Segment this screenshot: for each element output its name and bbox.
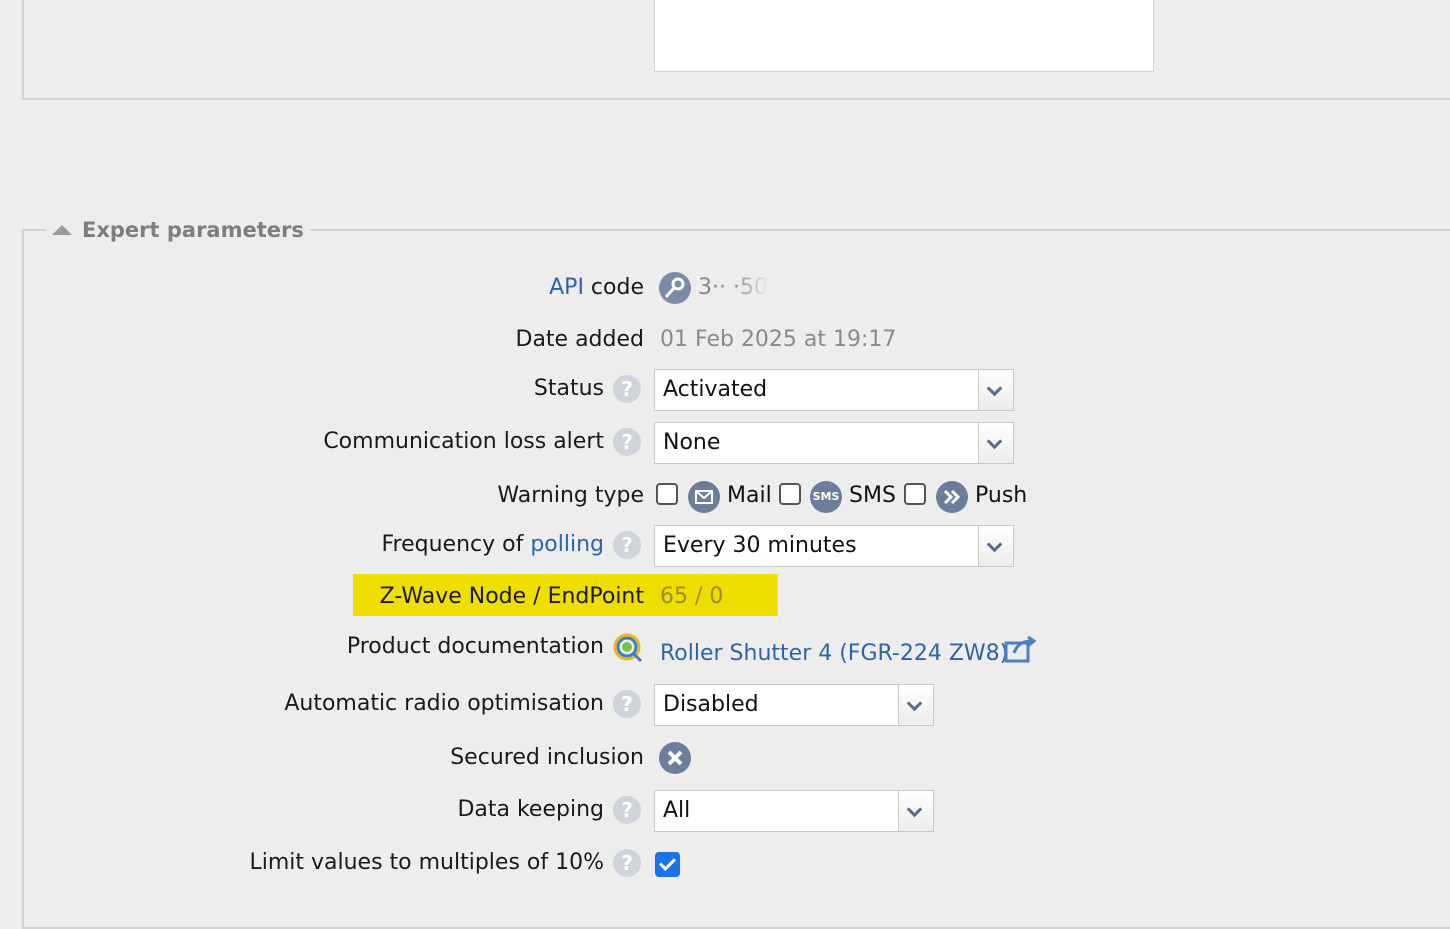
date-added-row: Date added 01 Feb 2025 at 19:17 bbox=[0, 320, 1450, 360]
data-keeping-select-value: All bbox=[663, 798, 691, 823]
comm-loss-row: Communication loss alert ? None bbox=[0, 422, 1450, 464]
help-icon[interactable]: ? bbox=[613, 375, 641, 403]
polling-label: Frequency of polling bbox=[381, 525, 604, 565]
comm-loss-select[interactable]: None bbox=[654, 422, 1014, 464]
limit-checkbox[interactable] bbox=[655, 852, 680, 877]
api-code-label-text: code bbox=[583, 275, 644, 300]
product-doc-label: Product documentation bbox=[346, 634, 604, 659]
comm-loss-select-value: None bbox=[663, 430, 721, 455]
help-icon[interactable]: ? bbox=[613, 849, 641, 877]
key-icon bbox=[659, 272, 691, 304]
section-title: Expert parameters bbox=[82, 218, 304, 242]
help-icon[interactable]: ? bbox=[613, 531, 641, 559]
warning-type-row: Warning type Mail SMS SMS Push bbox=[0, 476, 1450, 516]
api-code-row: API code 3·· ·50· bbox=[0, 268, 1450, 308]
secured-row: Secured inclusion bbox=[0, 738, 1450, 778]
help-icon[interactable]: ? bbox=[613, 690, 641, 718]
zwave-value: 65 / 0 bbox=[660, 584, 724, 609]
api-code-label: API code bbox=[549, 268, 644, 308]
doc-search-icon bbox=[612, 632, 644, 664]
date-added-label: Date added bbox=[515, 327, 645, 352]
status-select-value: Activated bbox=[663, 377, 768, 402]
radio-opt-label: Automatic radio optimisation bbox=[284, 691, 604, 716]
polling-row: Frequency of polling ? Every 30 minutes bbox=[0, 525, 1450, 567]
push-label: Push bbox=[975, 483, 1028, 508]
comm-loss-label: Communication loss alert bbox=[323, 429, 604, 454]
mail-checkbox[interactable] bbox=[656, 483, 678, 505]
notes-textarea[interactable] bbox=[654, 0, 1154, 72]
chevron-down-icon[interactable] bbox=[898, 791, 933, 831]
mail-label: Mail bbox=[727, 483, 772, 508]
api-link[interactable]: API bbox=[549, 275, 584, 300]
data-keeping-select[interactable]: All bbox=[654, 790, 934, 832]
collapse-arrow-icon bbox=[52, 225, 72, 235]
expert-parameters-toggle[interactable]: Expert parameters bbox=[46, 213, 310, 247]
limit-label: Limit values to multiples of 10% bbox=[249, 850, 604, 875]
polling-select[interactable]: Every 30 minutes bbox=[654, 525, 1014, 567]
help-icon[interactable]: ? bbox=[613, 428, 641, 456]
polling-link[interactable]: polling bbox=[530, 532, 604, 557]
push-checkbox[interactable] bbox=[904, 483, 926, 505]
warning-type-label: Warning type bbox=[497, 483, 644, 508]
status-select[interactable]: Activated bbox=[654, 369, 1014, 411]
chevron-down-icon[interactable] bbox=[978, 526, 1013, 566]
polling-label-text: Frequency of bbox=[381, 532, 531, 557]
date-added-value: 01 Feb 2025 at 19:17 bbox=[660, 327, 897, 352]
status-label: Status bbox=[533, 376, 604, 401]
sms-label: SMS bbox=[849, 483, 896, 508]
radio-opt-select[interactable]: Disabled bbox=[654, 684, 934, 726]
polling-select-value: Every 30 minutes bbox=[663, 533, 857, 558]
secured-label: Secured inclusion bbox=[450, 745, 644, 770]
chevron-down-icon[interactable] bbox=[898, 685, 933, 725]
status-row: Status ? Activated bbox=[0, 369, 1450, 411]
product-doc-row: Product documentation Roller Shutter 4 (… bbox=[0, 627, 1450, 667]
sms-icon: SMS bbox=[810, 481, 842, 513]
sms-checkbox[interactable] bbox=[779, 483, 801, 505]
external-link-icon[interactable] bbox=[1004, 635, 1038, 665]
chevron-down-icon[interactable] bbox=[978, 423, 1013, 463]
data-keeping-label: Data keeping bbox=[457, 797, 604, 822]
data-keeping-row: Data keeping ? All bbox=[0, 790, 1450, 832]
radio-opt-row: Automatic radio optimisation ? Disabled bbox=[0, 684, 1450, 726]
push-icon bbox=[936, 481, 968, 513]
radio-opt-select-value: Disabled bbox=[663, 692, 759, 717]
zwave-row: Z-Wave Node / EndPoint 65 / 0 bbox=[0, 577, 1450, 617]
limit-row: Limit values to multiples of 10% ? bbox=[0, 843, 1450, 883]
zwave-label: Z-Wave Node / EndPoint bbox=[379, 584, 644, 609]
chevron-down-icon[interactable] bbox=[978, 370, 1013, 410]
close-icon bbox=[659, 742, 691, 774]
product-doc-link[interactable]: Roller Shutter 4 (FGR-224 ZW8) bbox=[660, 634, 1008, 674]
redaction-blur bbox=[740, 268, 812, 304]
mail-icon bbox=[688, 481, 720, 513]
help-icon[interactable]: ? bbox=[613, 796, 641, 824]
